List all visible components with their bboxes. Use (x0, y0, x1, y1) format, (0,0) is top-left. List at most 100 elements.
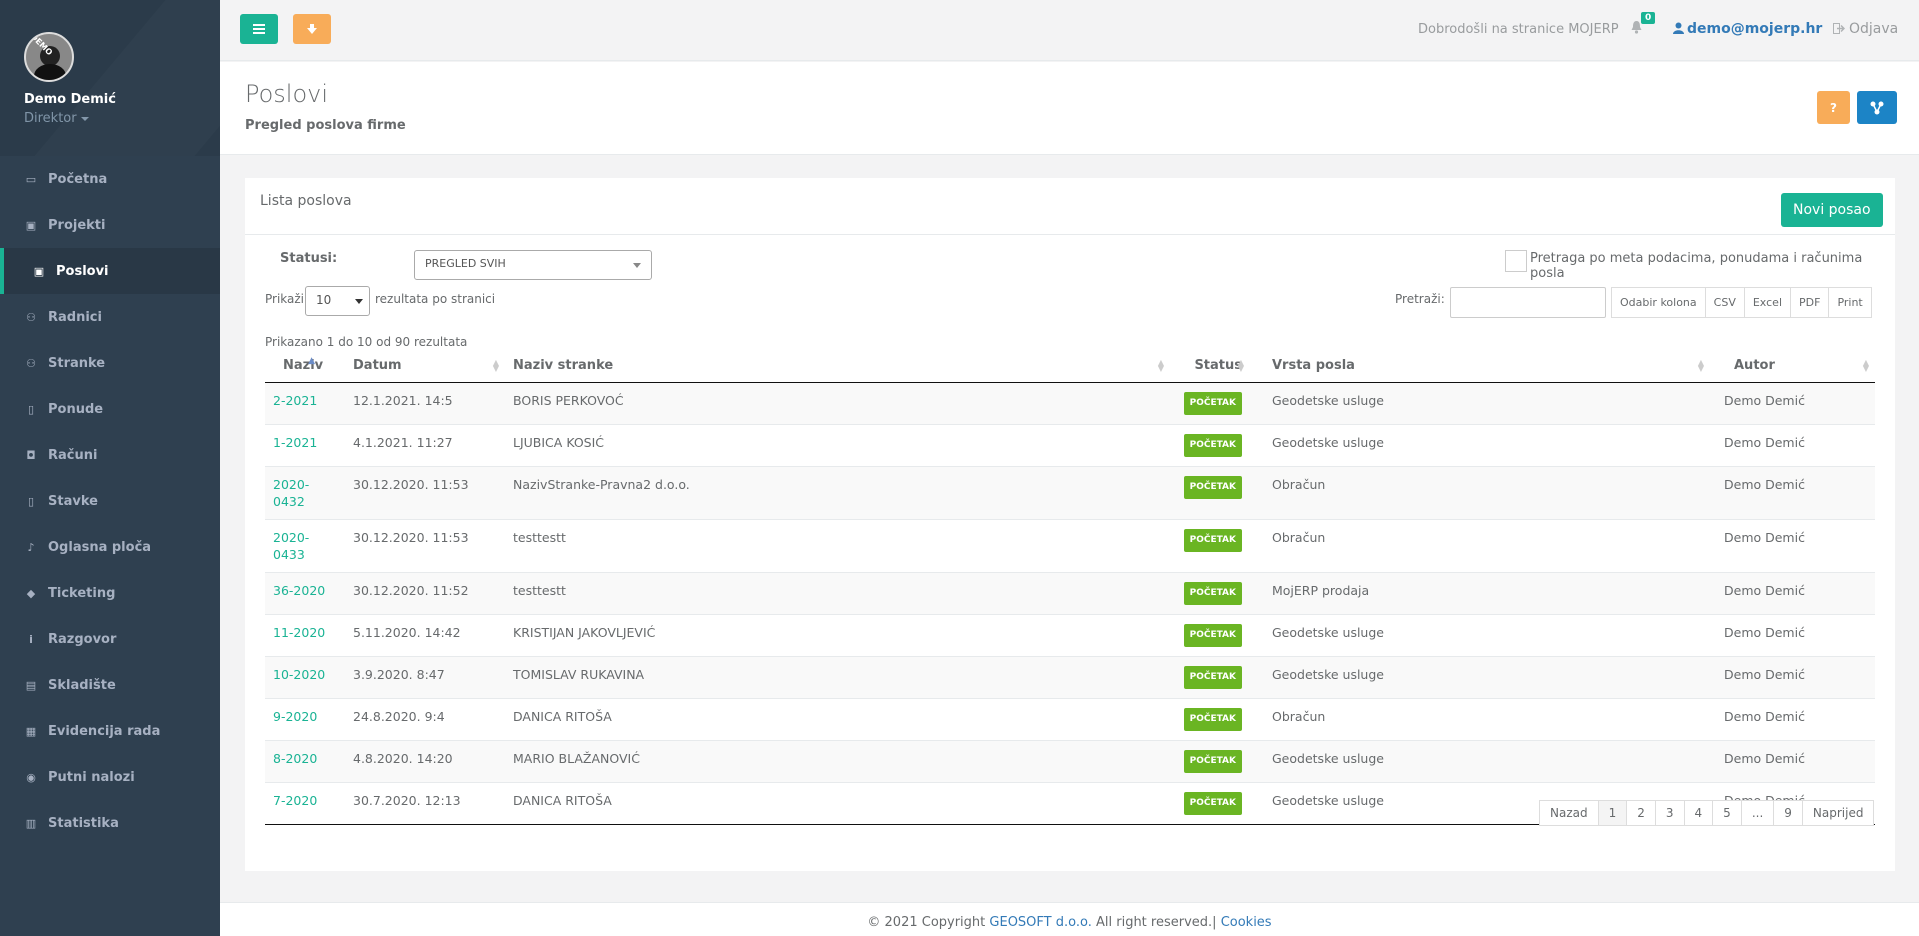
pagination-page[interactable]: 1 (1598, 800, 1628, 826)
sidebar-item-label: Ponude (48, 401, 104, 417)
table-row[interactable]: 2020-0433 30.12.2020. 11:53 testtestt POČET… (265, 519, 1875, 573)
pagination-page[interactable]: 9 (1774, 800, 1803, 826)
sidebar-item-ponude[interactable]: ▯ Ponude (0, 386, 220, 432)
table-row[interactable]: 2-2021 12.1.2021. 14:5 BORIS PERKOVOĆ POČET… (265, 382, 1875, 425)
table-row[interactable]: 36-2020 30.12.2020. 11:52 testtestt POČETAK… (265, 572, 1875, 615)
new-job-button[interactable]: Novi posao (1781, 193, 1883, 227)
job-id-link[interactable]: 2-2021 (265, 382, 345, 425)
client-cell: NazivStranke-Pravna2 d.o.o. (505, 466, 1170, 520)
search-input[interactable] (1450, 287, 1606, 318)
notification-count-badge: 0 (1641, 12, 1656, 24)
sidebar-item-stranke[interactable]: ⚇ Stranke (0, 340, 220, 386)
job-id-link[interactable]: 2020-0432 (265, 466, 345, 520)
meta-search-label: Pretraga po meta podacima, ponudama i ra… (1530, 251, 1863, 281)
sidebar-item-radnici[interactable]: ⚇ Radnici (0, 294, 220, 340)
sidebar-item-evidencija-rada[interactable]: ▦ Evidencija rada (0, 708, 220, 754)
sidebar-item-početna[interactable]: ▭ Početna (0, 156, 220, 202)
client-cell: DANICA RITOŠA (505, 698, 1170, 741)
date-cell: 12.1.2021. 14:5 (345, 382, 505, 425)
export-button[interactable]: Odabir kolona (1611, 287, 1706, 318)
column-header-label: Status (1194, 358, 1242, 374)
export-button[interactable]: Excel (1744, 287, 1791, 318)
client-cell: DANICA RITOŠA (505, 782, 1170, 825)
user-email-label: demo@mojerp.hr (1687, 21, 1823, 37)
status-cell: POČETAK (1170, 614, 1250, 657)
page-length-select[interactable]: 10 (305, 286, 370, 316)
pagination-next[interactable]: Naprijed (1802, 800, 1875, 826)
status-filter-select[interactable]: PREGLED SVIH (414, 250, 652, 280)
column-header[interactable]: Autor ▲ ▼ (1710, 350, 1875, 383)
logout-link[interactable]: Odjava (1833, 21, 1898, 37)
avatar[interactable]: DEMO (24, 32, 74, 82)
sidebar-item-projekti[interactable]: ▣ Projekti (0, 202, 220, 248)
sidebar-item-razgovor[interactable]: i Razgovor (0, 616, 220, 662)
pagination-page[interactable]: 2 (1627, 800, 1656, 826)
footer: © 2021 Copyright GEOSOFT d.o.o. All righ… (220, 902, 1919, 936)
date-cell: 3.9.2020. 8:47 (345, 656, 505, 699)
share-button[interactable] (1857, 91, 1897, 124)
meta-search-checkbox[interactable] (1505, 250, 1527, 272)
pagination-page[interactable]: 3 (1655, 800, 1685, 826)
menu-toggle-button[interactable] (240, 14, 278, 44)
topbar: Dobrodošli na stranice MOJERP 0 demo@moj… (220, 0, 1919, 61)
sidebar-item-ticketing[interactable]: ◆ Ticketing (0, 570, 220, 616)
status-badge: POČETAK (1183, 528, 1242, 552)
job-id-link[interactable]: 8-2020 (265, 740, 345, 783)
sidebar-item-putni-nalozi[interactable]: ◉ Putni nalozi (0, 754, 220, 800)
table-row[interactable]: 9-2020 24.8.2020. 9:4 DANICA RITOŠA POČETAK… (265, 698, 1875, 741)
job-id-link[interactable]: 36-2020 (265, 572, 345, 615)
author-cell: Demo Demić (1710, 572, 1875, 615)
laptop-icon: ▭ (25, 172, 37, 186)
export-button[interactable]: CSV (1705, 287, 1745, 318)
sidebar-item-računi[interactable]: ◘ Računi (0, 432, 220, 478)
table-row[interactable]: 2020-0432 30.12.2020. 11:53 NazivStranke-P… (265, 466, 1875, 520)
sort-icon: ▲ ▼ (1862, 358, 1869, 373)
job-id-link[interactable]: 10-2020 (265, 656, 345, 699)
sidebar-item-skladište[interactable]: ▤ Skladište (0, 662, 220, 708)
download-button[interactable] (293, 14, 331, 44)
sort-icon: ▲ ▼ (1157, 358, 1164, 373)
table-row[interactable]: 1-2021 4.1.2021. 11:27 LJUBICA KOSIĆ POČETA… (265, 424, 1875, 467)
job-type-cell: Obračun (1250, 519, 1710, 573)
pagination-prev[interactable]: Nazad (1539, 800, 1599, 826)
column-header[interactable]: Vrsta posla ▲ ▼ (1250, 350, 1710, 383)
job-id-link[interactable]: 1-2021 (265, 424, 345, 467)
export-button[interactable]: PDF (1791, 287, 1830, 318)
company-link[interactable]: GEOSOFT d.o.o. (989, 915, 1091, 930)
user-profile-link[interactable]: demo@mojerp.hr (1673, 21, 1822, 37)
help-button[interactable]: ? (1817, 91, 1850, 124)
table-row[interactable]: 8-2020 4.8.2020. 14:20 MARIO BLAŽANOVIĆ POČ… (265, 740, 1875, 783)
job-id-link[interactable]: 9-2020 (265, 698, 345, 741)
date-cell: 30.12.2020. 11:53 (345, 519, 505, 573)
job-id-link[interactable]: 7-2020 (265, 782, 345, 825)
cookies-link[interactable]: Cookies (1221, 915, 1272, 930)
sidebar-item-stavke[interactable]: ▯ Stavke (0, 478, 220, 524)
profile-name: Demo Demić (24, 92, 116, 107)
pagination-page[interactable]: ... (1741, 800, 1775, 826)
profile-role-dropdown[interactable]: Direktor (24, 111, 220, 126)
table-row[interactable]: 11-2020 5.11.2020. 14:42 KRISTIJAN JAKOVLJ… (265, 614, 1875, 657)
sidebar-item-poslovi[interactable]: ▣ Poslovi (0, 248, 220, 294)
column-header[interactable]: Datum ▲ ▼ (345, 350, 505, 383)
sidebar-item-label: Skladište (48, 677, 116, 693)
column-header[interactable]: Naziv stranke ▲ ▼ (505, 350, 1170, 383)
export-button[interactable]: Print (1829, 287, 1872, 318)
profile-block: DEMO Demo Demić Direktor (0, 0, 220, 156)
table-info: Prikazano 1 do 10 od 90 rezultata (265, 335, 468, 349)
pagination-page[interactable]: 5 (1713, 800, 1742, 826)
job-type-cell: Geodetske usluge (1250, 614, 1710, 657)
table-row[interactable]: 10-2020 3.9.2020. 8:47 TOMISLAV RUKAVINA PO… (265, 656, 1875, 699)
author-cell: Demo Demić (1710, 424, 1875, 467)
job-id-link[interactable]: 2020-0433 (265, 519, 345, 573)
pagination-page[interactable]: 4 (1684, 800, 1714, 826)
job-id-link[interactable]: 11-2020 (265, 614, 345, 657)
column-header[interactable]: Status ▲ ▼ (1170, 350, 1250, 383)
status-cell: POČETAK (1170, 382, 1250, 425)
sidebar-item-oglasna-ploča[interactable]: ♪ Oglasna ploča (0, 524, 220, 570)
panel-header: Lista poslova Novi posao (245, 178, 1895, 235)
status-cell: POČETAK (1170, 424, 1250, 467)
job-type-cell: MojERP prodaja (1250, 572, 1710, 615)
panel-title: Lista poslova (260, 193, 352, 209)
sidebar-item-statistika[interactable]: ▥ Statistika (0, 800, 220, 846)
column-header[interactable]: Naziv ▲ (265, 350, 345, 383)
